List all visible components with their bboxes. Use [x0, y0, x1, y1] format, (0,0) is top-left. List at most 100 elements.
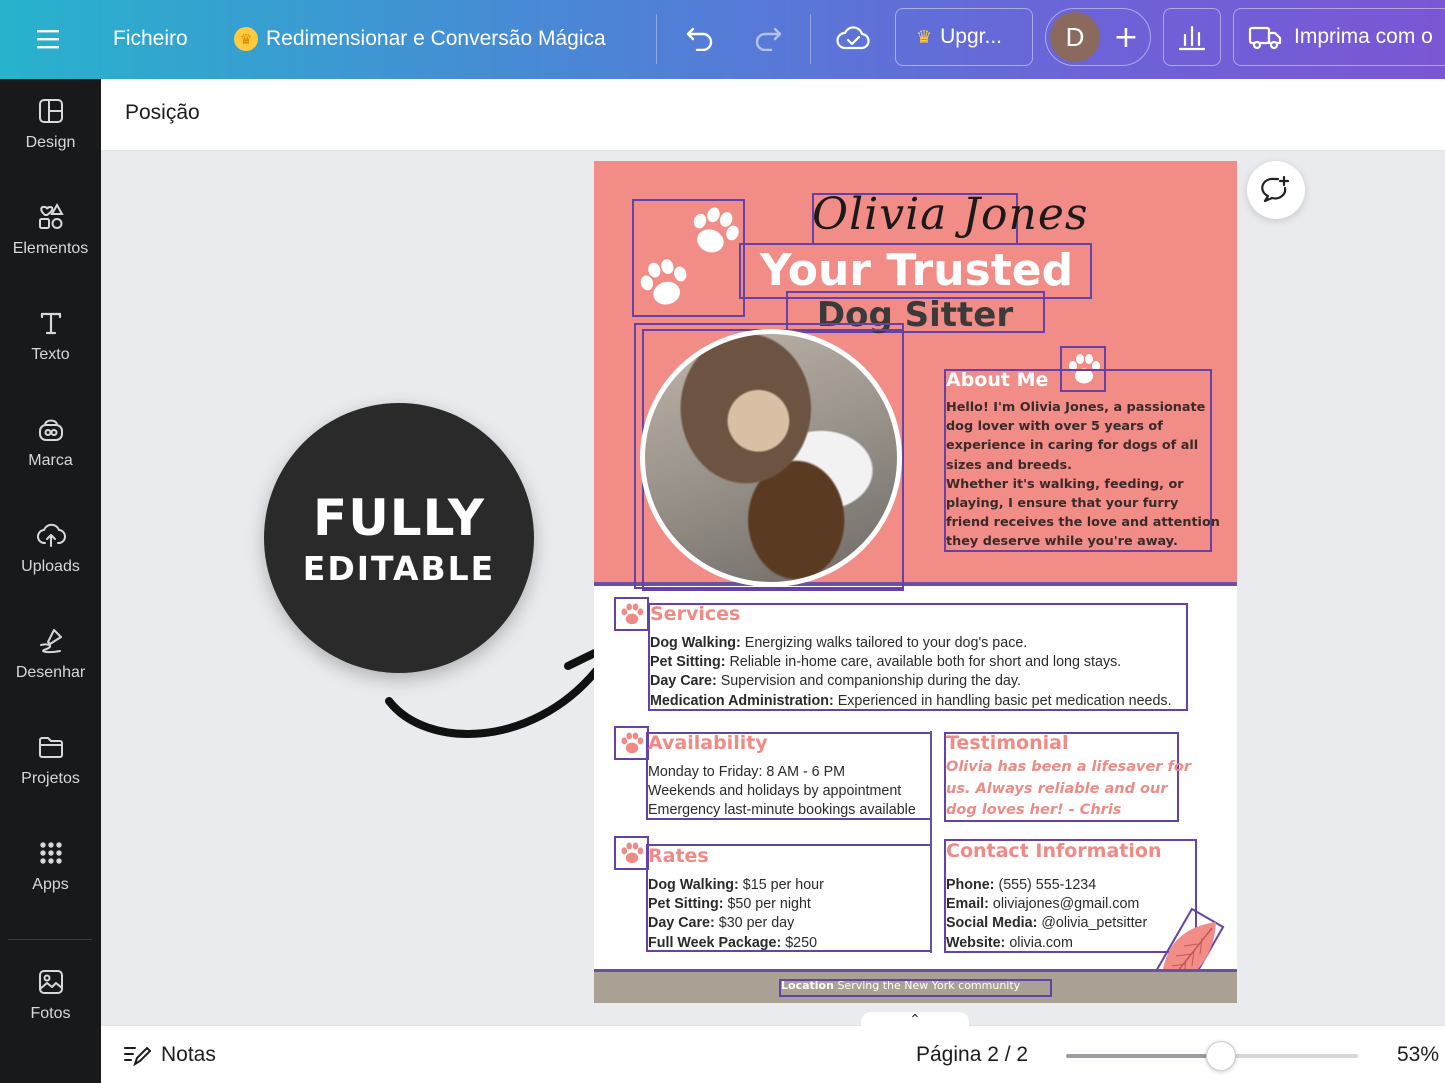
- list-item: Weekends and holidays by appointment: [648, 783, 902, 800]
- file-menu[interactable]: Ficheiro: [113, 22, 188, 56]
- upgrade-button[interactable]: ♛ Upgr...: [895, 8, 1033, 66]
- sidebar-item-brand[interactable]: Marca: [0, 397, 101, 487]
- menu-icon[interactable]: [22, 22, 74, 56]
- sidebar-item-draw[interactable]: Desenhar: [0, 609, 101, 699]
- footer-divider: [594, 969, 1237, 972]
- contact-list[interactable]: Phone: (555) 555-1234 Email: oliviajones…: [946, 876, 1147, 953]
- undo-icon[interactable]: [678, 18, 722, 58]
- cloud-upload-icon: [36, 523, 66, 547]
- notes-button[interactable]: Notas: [123, 1042, 216, 1068]
- layout-icon: [38, 99, 63, 123]
- sidebar-item-design[interactable]: Design: [0, 79, 101, 169]
- collapse-pages-button[interactable]: ⌃: [861, 1012, 969, 1028]
- availability-list[interactable]: Monday to Friday: 8 AM - 6 PM Weekends a…: [648, 763, 916, 821]
- upgrade-label: Upgr...: [940, 25, 1003, 48]
- canvas-area: FULLY EDITABLE Olivia Jones Your Trusted…: [101, 151, 1445, 1025]
- top-bar: Ficheiro ♛ Redimensionar e Conversão Mág…: [0, 0, 1445, 79]
- document-page[interactable]: Olivia Jones Your Trusted Dog Sitter Abo…: [594, 161, 1237, 1003]
- about-text[interactable]: Hello! I'm Olivia Jones, a passionate do…: [946, 398, 1220, 552]
- notes-label: Notas: [161, 1043, 216, 1066]
- list-item: Website: olivia.com: [946, 934, 1073, 951]
- sidebar: Design Elementos Texto Marca Uploads Des…: [0, 79, 101, 1083]
- contact-title[interactable]: Contact Information: [946, 840, 1161, 862]
- about-line: dog lover with over 5 years of: [946, 419, 1163, 435]
- list-item: Dog Walking: $15 per hour: [648, 877, 824, 893]
- list-item: Monday to Friday: 8 AM - 6 PM: [648, 764, 846, 780]
- sidebar-item-uploads[interactable]: Uploads: [0, 503, 101, 593]
- list-item: Phone: (555) 555-1234: [946, 877, 1097, 893]
- cloud-saved-icon[interactable]: [830, 18, 876, 58]
- sidebar-item-projects[interactable]: Projetos: [0, 715, 101, 805]
- comment-plus-icon: [1261, 175, 1290, 203]
- about-line: friend receives the love and attention: [946, 515, 1220, 531]
- services-list[interactable]: Dog Walking: Energizing walks tailored t…: [650, 634, 1172, 711]
- sidebar-item-label: Marca: [28, 452, 73, 469]
- testimonial-line: Olivia has been a lifesaver for: [946, 759, 1191, 775]
- avatar[interactable]: D: [1050, 12, 1100, 62]
- list-item: Email: oliviajones@gmail.com: [946, 896, 1140, 913]
- sidebar-item-apps[interactable]: Apps: [0, 821, 101, 911]
- bottom-bar: ⌃ Notas Página 2 / 2 53%: [101, 1012, 1445, 1083]
- about-line: they deserve while you're away.: [946, 534, 1178, 550]
- add-collaborator-icon[interactable]: +: [1106, 15, 1146, 59]
- sidebar-item-label: Fotos: [30, 1005, 71, 1022]
- paw-icon: [621, 842, 644, 864]
- magic-resize-menu[interactable]: ♛ Redimensionar e Conversão Mágica: [234, 22, 606, 56]
- folder-icon: [38, 737, 63, 758]
- position-button[interactable]: Posição: [125, 101, 200, 125]
- sidebar-item-elements[interactable]: Elementos: [0, 185, 101, 275]
- list-item: Social Media: @olivia_petsitter: [946, 915, 1148, 932]
- testimonial-line: us. Always reliable and our: [946, 780, 1168, 797]
- insights-icon[interactable]: [1163, 8, 1221, 66]
- sidebar-item-text[interactable]: Texto: [0, 291, 101, 381]
- sidebar-item-label: Projetos: [21, 770, 80, 787]
- grid-icon: [39, 842, 62, 864]
- collaborators-group: D +: [1045, 8, 1151, 66]
- text-icon: [40, 312, 61, 335]
- title-main[interactable]: Your Trusted: [744, 245, 1089, 297]
- sidebar-divider: [8, 939, 92, 940]
- truck-icon: [1248, 26, 1282, 50]
- redo-icon[interactable]: [746, 18, 790, 58]
- about-line: experience in caring for dogs of all: [946, 438, 1199, 454]
- rates-list[interactable]: Dog Walking: $15 per hour Pet Sitting: $…: [648, 876, 824, 953]
- list-item: Emergency last-minute bookings available: [648, 802, 916, 819]
- toolbar-divider: [810, 14, 811, 64]
- badge-line2: EDITABLE: [302, 548, 496, 588]
- add-comment-button[interactable]: [1247, 161, 1305, 219]
- sidebar-item-label: Uploads: [21, 558, 80, 575]
- chevron-up-icon: ⌃: [909, 1012, 921, 1028]
- list-item: Medication Administration: Experienced i…: [650, 692, 1172, 709]
- testimonial-line: dog loves her! - Chris: [946, 802, 1122, 818]
- brand-icon: [38, 419, 63, 441]
- list-item: Pet Sitting: $50 per night: [648, 896, 811, 913]
- magic-resize-label: Redimensionar e Conversão Mágica: [266, 27, 606, 50]
- zoom-value[interactable]: 53%: [1397, 1043, 1439, 1067]
- about-line: Hello! I'm Olivia Jones, a passionate: [946, 400, 1206, 415]
- notes-icon: [124, 1046, 151, 1067]
- testimonial-text[interactable]: Olivia has been a lifesaver for us. Alwa…: [946, 757, 1191, 822]
- rates-title[interactable]: Rates: [648, 845, 709, 867]
- footer-text[interactable]: Location Serving the New York community: [781, 979, 1020, 992]
- column-divider: [930, 731, 932, 953]
- list-item: Day Care: Supervision and companionship …: [650, 673, 1021, 690]
- name-script[interactable]: Olivia Jones: [812, 189, 1088, 240]
- page-indicator[interactable]: Página 2 / 2: [916, 1043, 1028, 1067]
- sidebar-item-label: Texto: [31, 346, 70, 363]
- zoom-slider[interactable]: [1066, 1041, 1358, 1071]
- about-title[interactable]: About Me: [946, 369, 1048, 391]
- print-label: Imprima com o: [1294, 25, 1433, 48]
- crown-icon: ♛: [234, 27, 258, 51]
- draw-icon: [39, 629, 62, 654]
- availability-title[interactable]: Availability: [648, 732, 768, 754]
- services-title[interactable]: Services: [650, 603, 740, 625]
- print-button[interactable]: Imprima com o: [1233, 8, 1445, 66]
- zoom-slider-thumb[interactable]: [1205, 1041, 1236, 1071]
- sidebar-item-label: Desenhar: [15, 664, 86, 681]
- testimonial-title[interactable]: Testimonial: [946, 732, 1068, 754]
- sidebar-item-photos[interactable]: Fotos: [0, 950, 101, 1040]
- profile-photo[interactable]: [640, 329, 902, 587]
- crown-icon: ♛: [916, 26, 933, 47]
- about-line: sizes and breeds.: [946, 457, 1073, 473]
- paw-icon: [621, 603, 644, 625]
